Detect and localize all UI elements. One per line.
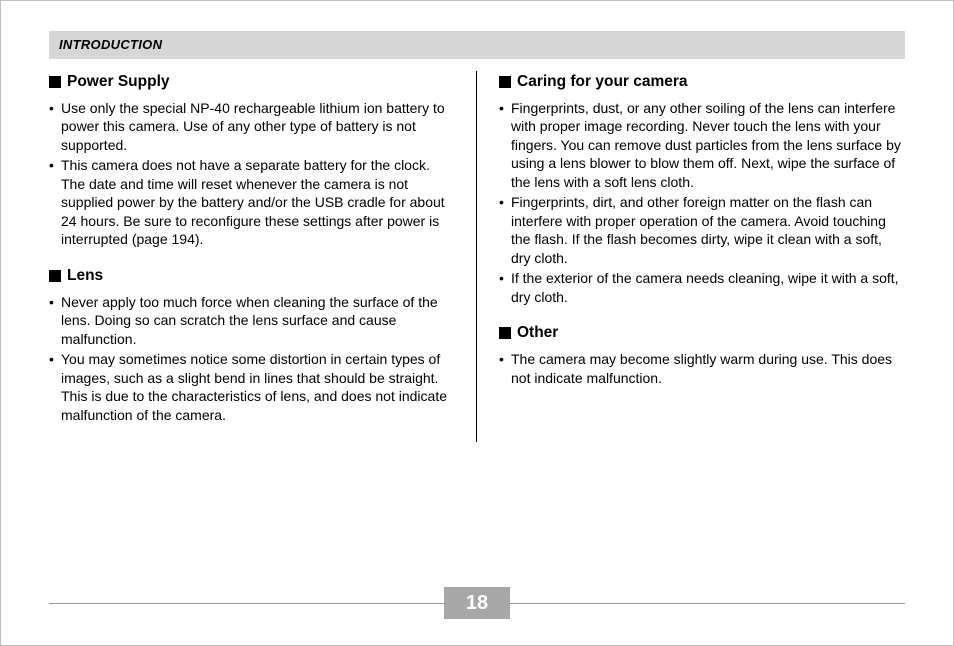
list-item-text: You may sometimes notice some distortion…	[61, 350, 456, 424]
footer-rule-right	[510, 603, 905, 604]
heading-lens: Lens	[49, 267, 456, 285]
bullet-dot-icon: •	[499, 269, 511, 306]
square-bullet-icon	[499, 327, 511, 339]
list-caring: • Fingerprints, dust, or any other soili…	[499, 99, 905, 306]
heading-text: Lens	[67, 267, 103, 285]
page: INTRODUCTION Power Supply • Use only the…	[0, 0, 954, 646]
list-item: • Fingerprints, dirt, and other foreign …	[499, 193, 905, 267]
section-header-bar: INTRODUCTION	[49, 31, 905, 59]
bullet-dot-icon: •	[49, 156, 61, 248]
list-power-supply: • Use only the special NP-40 rechargeabl…	[49, 99, 456, 249]
heading-other: Other	[499, 324, 905, 342]
list-item-text: Fingerprints, dust, or any other soiling…	[511, 99, 905, 191]
bullet-dot-icon: •	[49, 293, 61, 348]
left-column: Power Supply • Use only the special NP-4…	[49, 71, 477, 442]
list-item: • Never apply too much force when cleani…	[49, 293, 456, 348]
page-number: 18	[444, 587, 510, 619]
heading-power-supply: Power Supply	[49, 73, 456, 91]
square-bullet-icon	[49, 270, 61, 282]
list-item-text: If the exterior of the camera needs clea…	[511, 269, 905, 306]
bullet-dot-icon: •	[499, 350, 511, 387]
bullet-dot-icon: •	[499, 99, 511, 191]
list-item-text: Never apply too much force when cleaning…	[61, 293, 456, 348]
list-lens: • Never apply too much force when cleani…	[49, 293, 456, 424]
list-item-text: Fingerprints, dirt, and other foreign ma…	[511, 193, 905, 267]
heading-caring: Caring for your camera	[499, 73, 905, 91]
list-item: • Use only the special NP-40 rechargeabl…	[49, 99, 456, 154]
list-item-text: The camera may become slightly warm duri…	[511, 350, 905, 387]
heading-text: Caring for your camera	[517, 73, 688, 91]
footer-line: 18	[49, 587, 905, 619]
square-bullet-icon	[499, 76, 511, 88]
heading-text: Power Supply	[67, 73, 170, 91]
list-item: • You may sometimes notice some distorti…	[49, 350, 456, 424]
list-item: • The camera may become slightly warm du…	[499, 350, 905, 387]
section-header-text: INTRODUCTION	[59, 37, 162, 52]
square-bullet-icon	[49, 76, 61, 88]
list-item-text: This camera does not have a separate bat…	[61, 156, 456, 248]
bullet-dot-icon: •	[49, 350, 61, 424]
two-column-layout: Power Supply • Use only the special NP-4…	[49, 71, 905, 442]
list-other: • The camera may become slightly warm du…	[499, 350, 905, 387]
heading-text: Other	[517, 324, 558, 342]
bullet-dot-icon: •	[49, 99, 61, 154]
list-item-text: Use only the special NP-40 rechargeable …	[61, 99, 456, 154]
page-footer: 18	[49, 587, 905, 619]
list-item: • Fingerprints, dust, or any other soili…	[499, 99, 905, 191]
right-column: Caring for your camera • Fingerprints, d…	[477, 71, 905, 442]
bullet-dot-icon: •	[499, 193, 511, 267]
list-item: • This camera does not have a separate b…	[49, 156, 456, 248]
list-item: • If the exterior of the camera needs cl…	[499, 269, 905, 306]
footer-rule-left	[49, 603, 444, 604]
